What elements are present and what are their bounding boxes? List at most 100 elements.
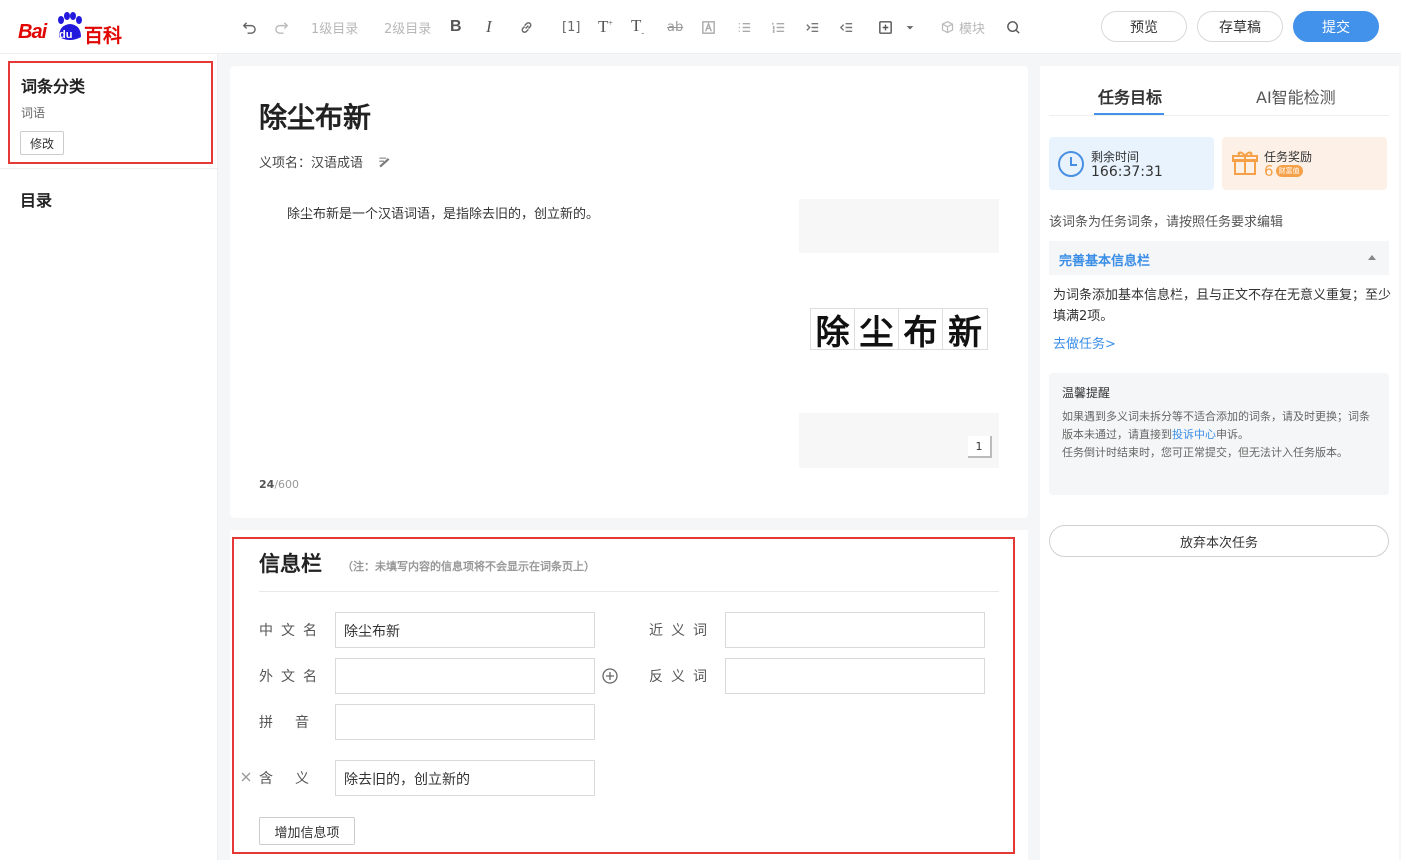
infobox-panel: 信息栏 （注：未填写内容的信息项将不会显示在词条页上） 中文名 除尘布新 近义词…	[230, 530, 1028, 860]
complaint-center-link[interactable]: 投诉中心	[1172, 428, 1216, 441]
heading2-button[interactable]: 2级目录	[384, 16, 431, 38]
reward-value-row: 6 财富值	[1264, 162, 1303, 180]
infobox-title: 信息栏	[259, 552, 322, 576]
meaning-input[interactable]: 除去旧的，创立新的	[335, 760, 595, 796]
reward-badge: 财富值	[1275, 165, 1303, 177]
right-panel: 任务目标 AI智能检测 剩余时间 166:37:31 任务奖励 6 财富值 该词…	[1040, 66, 1399, 860]
baidu-baike-logo[interactable]: Bai du 百科	[18, 9, 128, 47]
bold-icon[interactable]: B	[450, 16, 462, 38]
bullet-list-icon[interactable]	[736, 16, 753, 38]
indent-icon[interactable]	[804, 16, 821, 38]
foreign-name-label: 外文名	[259, 669, 325, 685]
tab-divider	[1049, 115, 1389, 116]
clock-icon	[1058, 151, 1084, 177]
meaning-label: 含义	[259, 771, 331, 787]
chinese-name-input[interactable]: 除尘布新	[335, 612, 595, 648]
time-value: 166:37:31	[1091, 164, 1163, 180]
time-label: 剩余时间	[1091, 150, 1140, 164]
toc-title: 目录	[20, 191, 53, 210]
top-toolbar: Bai du 百科 1级目录 2级目录 B I [1] T+ T- ab 模块 …	[0, 0, 1401, 54]
task-notice: 该词条为任务词条，请按照任务要求编辑	[1049, 215, 1284, 230]
time-card: 剩余时间 166:37:31	[1049, 137, 1214, 190]
page-title[interactable]: 除尘布新	[259, 96, 371, 136]
tab-ai-check[interactable]: AI智能检测	[1256, 84, 1336, 108]
tips-title: 温馨提醒	[1062, 386, 1111, 400]
outdent-icon[interactable]	[838, 16, 855, 38]
pinyin-input[interactable]	[335, 704, 595, 740]
edit-category-button[interactable]: 修改	[20, 131, 64, 155]
image-count-badge[interactable]: 1	[968, 436, 992, 458]
italic-icon[interactable]: I	[486, 16, 492, 38]
sense-row: 义项名： 汉语成语	[259, 152, 391, 171]
infobox-divider	[259, 591, 999, 592]
antonym-input[interactable]	[725, 658, 985, 694]
pinyin-label: 拼音	[259, 715, 331, 731]
reward-card: 任务奖励 6 财富值	[1222, 137, 1387, 190]
search-icon[interactable]	[1005, 16, 1022, 38]
char-count: 24	[259, 478, 275, 491]
preview-button[interactable]: 预览	[1101, 11, 1187, 42]
tips-text-1-end: 申诉。	[1216, 428, 1249, 441]
sense-label: 义项名：	[259, 156, 312, 171]
do-task-link[interactable]: 去做任务>	[1053, 333, 1116, 352]
reward-value: 6	[1264, 162, 1274, 180]
tips-text-1: 如果遇到多义词未拆分等不适合添加的词条，请及时更换；词条版本未通过，请直接到投诉…	[1062, 408, 1380, 444]
strikethrough-icon[interactable]: ab	[667, 16, 683, 38]
task-section-title: 完善基本信息栏	[1059, 254, 1151, 269]
remove-field-icon[interactable]	[241, 772, 251, 782]
redo-icon[interactable]	[274, 16, 291, 38]
submit-button[interactable]: 提交	[1293, 11, 1379, 42]
infobox-note: （注：未填写内容的信息项将不会显示在词条页上）	[342, 560, 595, 573]
synonym-input[interactable]	[725, 612, 985, 648]
superscript-icon[interactable]: T+	[598, 16, 613, 38]
subscript-icon[interactable]: T-	[631, 16, 644, 38]
tab-task-goal[interactable]: 任务目标	[1098, 84, 1162, 108]
heading2-label: 2级目录	[384, 21, 432, 37]
category-section: 词条分类 词语 修改	[8, 61, 213, 164]
tips-text-2: 任务倒计时结束时，您可正常提交，但无法计入任务版本。	[1062, 446, 1348, 459]
insert-icon[interactable]	[877, 16, 894, 38]
link-icon[interactable]	[518, 16, 535, 38]
image-char-2: 尘	[855, 309, 899, 353]
char-counter: 24/600	[259, 478, 299, 491]
body-paragraph[interactable]: 除尘布新是一个汉语词语，是指除去旧的，创立新的。	[287, 203, 599, 222]
heading1-button[interactable]: 1级目录	[311, 16, 358, 38]
sense-value: 汉语成语	[311, 156, 364, 171]
gift-icon	[1232, 151, 1258, 175]
insert-dropdown-icon[interactable]	[904, 16, 916, 38]
antonym-label: 反义词	[649, 669, 715, 685]
foreign-name-input[interactable]	[335, 658, 595, 694]
logo-cn: 百科	[84, 26, 123, 47]
reference-icon[interactable]: [1]	[562, 16, 580, 38]
module-button[interactable]: 模块	[940, 16, 985, 38]
entry-image[interactable]: 除 尘 布 新	[810, 308, 988, 353]
undo-icon[interactable]	[240, 16, 257, 38]
logo-latin: Bai	[18, 21, 47, 43]
divider	[0, 168, 217, 169]
image-char-1: 除	[811, 309, 855, 353]
add-foreign-name-icon[interactable]	[601, 667, 619, 685]
infobox-highlight	[232, 537, 1015, 854]
chinese-name-label: 中文名	[259, 623, 325, 639]
task-section-header[interactable]: 完善基本信息栏	[1049, 241, 1389, 275]
synonym-label: 近义词	[649, 623, 715, 639]
char-limit: /600	[274, 478, 300, 491]
edit-sense-icon[interactable]	[377, 155, 391, 169]
collapse-icon[interactable]	[1367, 253, 1377, 263]
category-value: 词语	[21, 106, 46, 120]
abandon-task-button[interactable]: 放弃本次任务	[1049, 525, 1389, 557]
ordered-list-icon[interactable]	[770, 16, 787, 38]
left-sidebar: 词条分类 词语 修改 目录	[0, 54, 218, 860]
save-draft-button[interactable]: 存草稿	[1197, 11, 1283, 42]
tips-box: 温馨提醒 如果遇到多义词未拆分等不适合添加的词条，请及时更换；词条版本未通过，请…	[1049, 373, 1389, 495]
editor-area[interactable]: 除尘布新 义项名： 汉语成语 除尘布新是一个汉语词语，是指除去旧的，创立新的。 …	[230, 66, 1028, 518]
image-char-3: 布	[899, 309, 943, 353]
module-label: 模块	[959, 21, 986, 37]
text-box-icon[interactable]	[700, 16, 717, 38]
task-description: 为词条添加基本信息栏，且与正文不存在无意义重复；至少填满2项。	[1053, 288, 1392, 324]
heading1-label: 1级目录	[311, 21, 359, 37]
image-placeholder-top	[799, 199, 999, 253]
logo-du: du	[59, 29, 73, 41]
add-info-item-button[interactable]: 增加信息项	[259, 817, 355, 845]
image-char-4: 新	[948, 312, 982, 353]
